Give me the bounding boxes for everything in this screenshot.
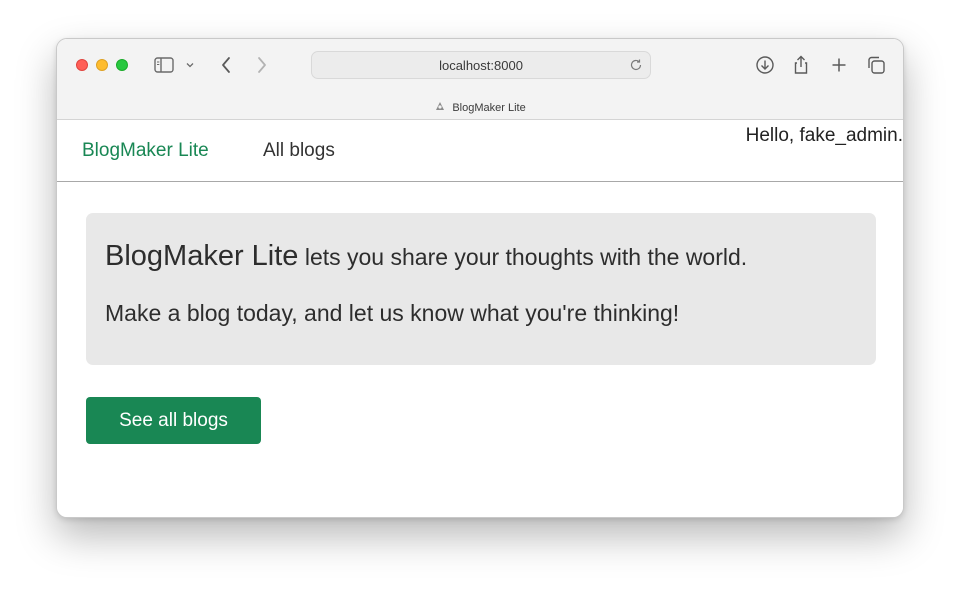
window-controls [76, 59, 128, 71]
browser-window: localhost:8000 BlogMaker Lite BlogMaker … [56, 38, 904, 518]
close-window-button[interactable] [76, 59, 88, 71]
download-icon[interactable] [754, 54, 776, 76]
share-icon[interactable] [790, 54, 812, 76]
forward-icon[interactable] [251, 54, 273, 76]
hero-brand: BlogMaker Lite [105, 240, 299, 272]
minimize-window-button[interactable] [96, 59, 108, 71]
plus-icon[interactable] [828, 54, 850, 76]
back-icon[interactable] [215, 54, 237, 76]
hero-subtext: Make a blog today, and let us know what … [105, 300, 680, 326]
user-greeting: Hello, fake_admin. [745, 125, 903, 146]
nav-link-all-blogs[interactable]: All blogs [263, 140, 335, 162]
address-bar[interactable]: localhost:8000 [311, 51, 651, 79]
zoom-window-button[interactable] [116, 59, 128, 71]
tab-title: BlogMaker Lite [452, 101, 526, 114]
browser-toolbar: localhost:8000 BlogMaker Lite [57, 39, 903, 120]
see-all-blogs-button[interactable]: See all blogs [86, 397, 261, 444]
sidebar-icon[interactable] [153, 54, 175, 76]
reload-icon[interactable] [628, 57, 644, 73]
tab-bar[interactable]: BlogMaker Lite [57, 95, 903, 120]
hero-panel: BlogMaker Lite lets you share your thoug… [86, 213, 876, 365]
hero-tagline: lets you share your thoughts with the wo… [298, 244, 748, 270]
chevron-down-icon[interactable] [183, 54, 197, 76]
address-text: localhost:8000 [439, 57, 523, 73]
page-content: BlogMaker Lite All blogs Hello, fake_adm… [57, 120, 903, 517]
tabs-overview-icon[interactable] [865, 54, 887, 76]
hero-headline: BlogMaker Lite lets you share your thoug… [105, 240, 747, 273]
favicon-icon [434, 100, 446, 115]
site-navbar: BlogMaker Lite All blogs Hello, fake_adm… [57, 120, 903, 182]
brand-link[interactable]: BlogMaker Lite [82, 140, 209, 162]
